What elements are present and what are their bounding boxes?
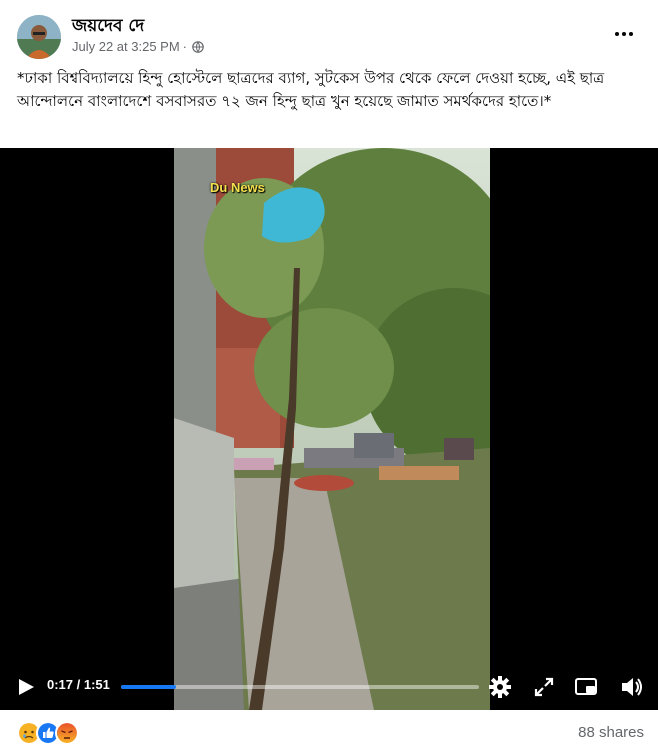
video-controls: 0:17 / 1:51	[0, 668, 658, 704]
progress-fill	[121, 685, 176, 689]
post-caption: *ঢাকা বিশ্ববিদ্যালয়ে হিন্দু হোস্টেলে ছা…	[17, 69, 605, 110]
picture-in-picture-icon[interactable]	[573, 674, 599, 700]
play-icon[interactable]	[15, 676, 37, 698]
progress-bar[interactable]	[121, 685, 479, 689]
meta-separator: ·	[182, 39, 188, 54]
settings-icon[interactable]	[487, 674, 513, 700]
duration: 1:51	[83, 677, 110, 692]
video-frame: Du News	[174, 148, 490, 710]
author-name[interactable]: জয়দেব দে	[72, 13, 144, 41]
video-thumbnail	[174, 148, 490, 710]
timestamp[interactable]: July 22 at 3:25 PM	[72, 39, 180, 54]
time-separator: /	[73, 677, 84, 692]
facebook-post: জয়দেব দে July 22 at 3:25 PM · *ঢাকা বিশ…	[0, 0, 658, 752]
video-player[interactable]: Du News 0:17 / 1:51	[0, 148, 658, 710]
shares-count[interactable]: 88 shares	[578, 724, 644, 741]
current-time: 0:17	[47, 677, 74, 692]
fullscreen-icon[interactable]	[531, 674, 557, 700]
reaction-summary[interactable]	[17, 721, 79, 745]
avatar[interactable]	[17, 15, 61, 59]
globe-icon[interactable]	[192, 40, 204, 53]
video-time: 0:17 / 1:51	[47, 677, 110, 692]
post-meta: July 22 at 3:25 PM ·	[72, 39, 204, 54]
more-options-icon[interactable]	[612, 22, 636, 46]
video-watermark: Du News	[210, 180, 265, 195]
volume-icon[interactable]	[619, 674, 645, 700]
angry-icon	[55, 721, 79, 745]
